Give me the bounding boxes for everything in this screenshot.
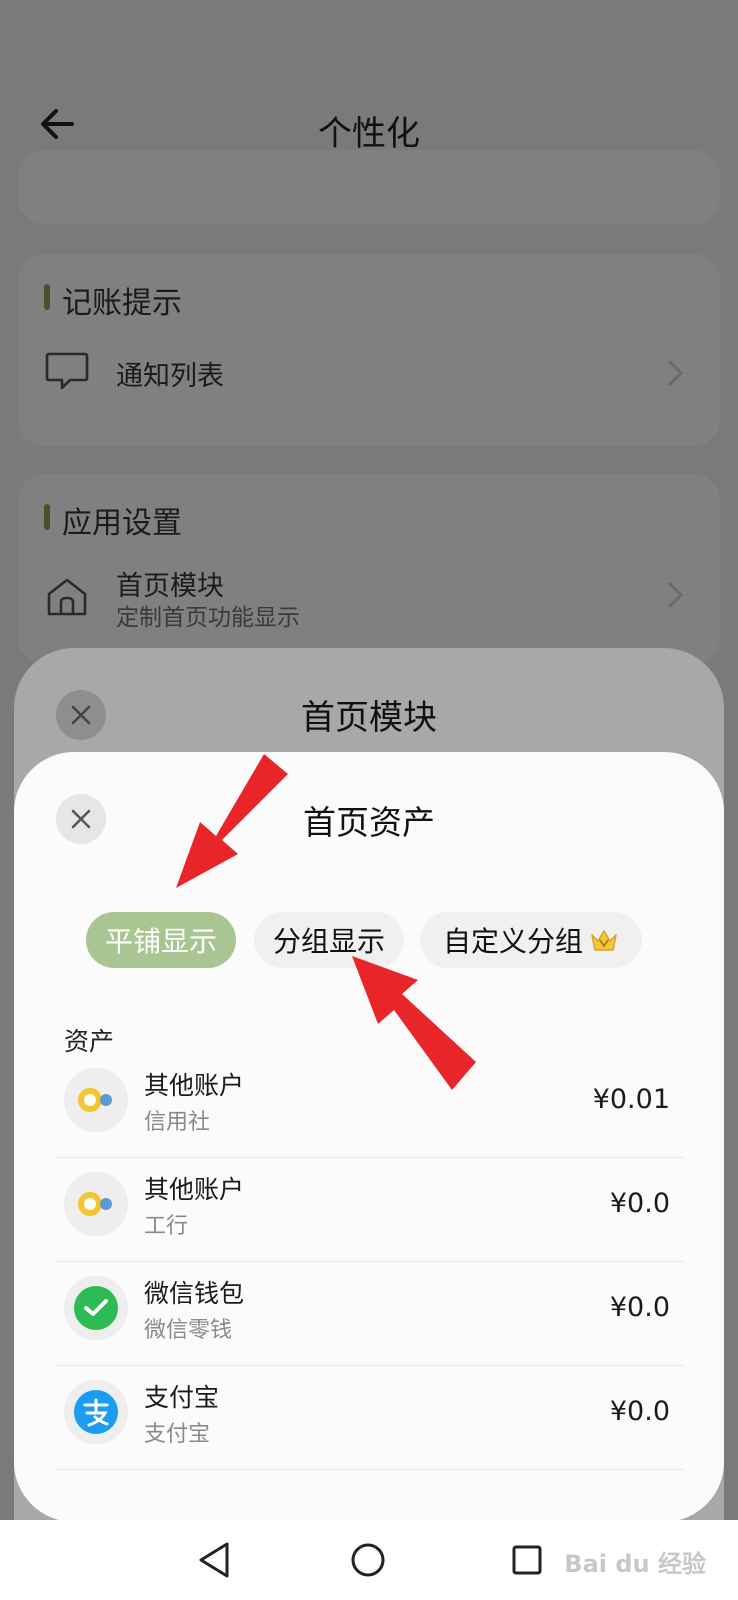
row-sublabel: 定制首页功能显示 xyxy=(116,605,300,631)
coin-icon xyxy=(64,1068,128,1132)
nav-back-button[interactable] xyxy=(190,1536,238,1584)
alipay-icon xyxy=(64,1380,128,1444)
row-label: 通知列表 xyxy=(116,361,224,392)
crown-vip-icon xyxy=(591,930,617,951)
home-icon xyxy=(47,578,87,616)
chevron-right-icon xyxy=(668,582,684,608)
chevron-right-icon xyxy=(668,360,684,386)
circle-home-icon xyxy=(351,1543,385,1577)
square-recent-icon xyxy=(512,1545,542,1575)
asset-subtitle: 支付宝 xyxy=(144,1422,211,1447)
asset-amount: ¥0.01 xyxy=(592,1084,670,1115)
asset-row[interactable]: 支付宝 支付宝 ¥0.0 xyxy=(56,1364,684,1470)
segment-custom-group[interactable]: 自定义分组 xyxy=(420,912,642,968)
asset-name: 微信钱包 xyxy=(144,1279,245,1308)
segment-label: 分组显示 xyxy=(272,925,385,958)
segment-label: 平铺显示 xyxy=(104,925,217,958)
chat-bubble-icon xyxy=(45,352,89,390)
asset-amount: ¥0.0 xyxy=(609,1292,670,1323)
section-accent-bar xyxy=(44,504,50,530)
asset-amount: ¥0.0 xyxy=(609,1188,670,1219)
wechat-icon xyxy=(64,1276,128,1340)
watermark: Bai du 经验 xyxy=(564,1550,706,1578)
coin-icon xyxy=(64,1172,128,1236)
section-accent-bar xyxy=(44,284,50,310)
nav-recent-button[interactable] xyxy=(503,1536,551,1584)
app-settings-card: 应用设置 首页模块 定制首页功能显示 xyxy=(18,474,720,664)
asset-name: 其他账户 xyxy=(144,1071,245,1100)
asset-row[interactable]: 其他账户 工行 ¥0.0 xyxy=(56,1156,684,1262)
nav-home-button[interactable] xyxy=(344,1536,392,1584)
notice-settings-card: 记账提示 通知列表 xyxy=(18,254,720,446)
section-title-notice: 记账提示 xyxy=(62,286,182,321)
asset-amount: ¥0.0 xyxy=(609,1396,670,1427)
home-assets-sheet: 首页资产 平铺显示 分组显示 自定义分组 资产 其他账户 信用社 ¥0.01 其… xyxy=(14,752,724,1522)
section-title-app: 应用设置 xyxy=(62,506,182,541)
sheet-title: 首页模块 xyxy=(301,698,437,738)
asset-subtitle: 微信零钱 xyxy=(144,1318,233,1343)
divider xyxy=(56,1469,684,1470)
asset-subtitle: 信用社 xyxy=(144,1110,211,1135)
segment-tile-display[interactable]: 平铺显示 xyxy=(86,912,236,968)
asset-name: 其他账户 xyxy=(144,1175,245,1204)
asset-row[interactable]: 微信钱包 微信零钱 ¥0.0 xyxy=(56,1260,684,1366)
asset-row[interactable]: 其他账户 信用社 ¥0.01 xyxy=(56,1052,684,1158)
triangle-back-icon xyxy=(199,1542,229,1578)
page-title: 个性化 xyxy=(318,114,420,154)
settings-card-partial xyxy=(18,150,720,224)
segment-label: 自定义分组 xyxy=(442,925,583,958)
asset-name: 支付宝 xyxy=(144,1383,220,1412)
asset-subtitle: 工行 xyxy=(144,1214,189,1239)
system-nav-bar: Bai du 经验 xyxy=(0,1520,738,1600)
segment-group-display[interactable]: 分组显示 xyxy=(254,912,404,968)
sheet-title: 首页资产 xyxy=(303,803,435,842)
